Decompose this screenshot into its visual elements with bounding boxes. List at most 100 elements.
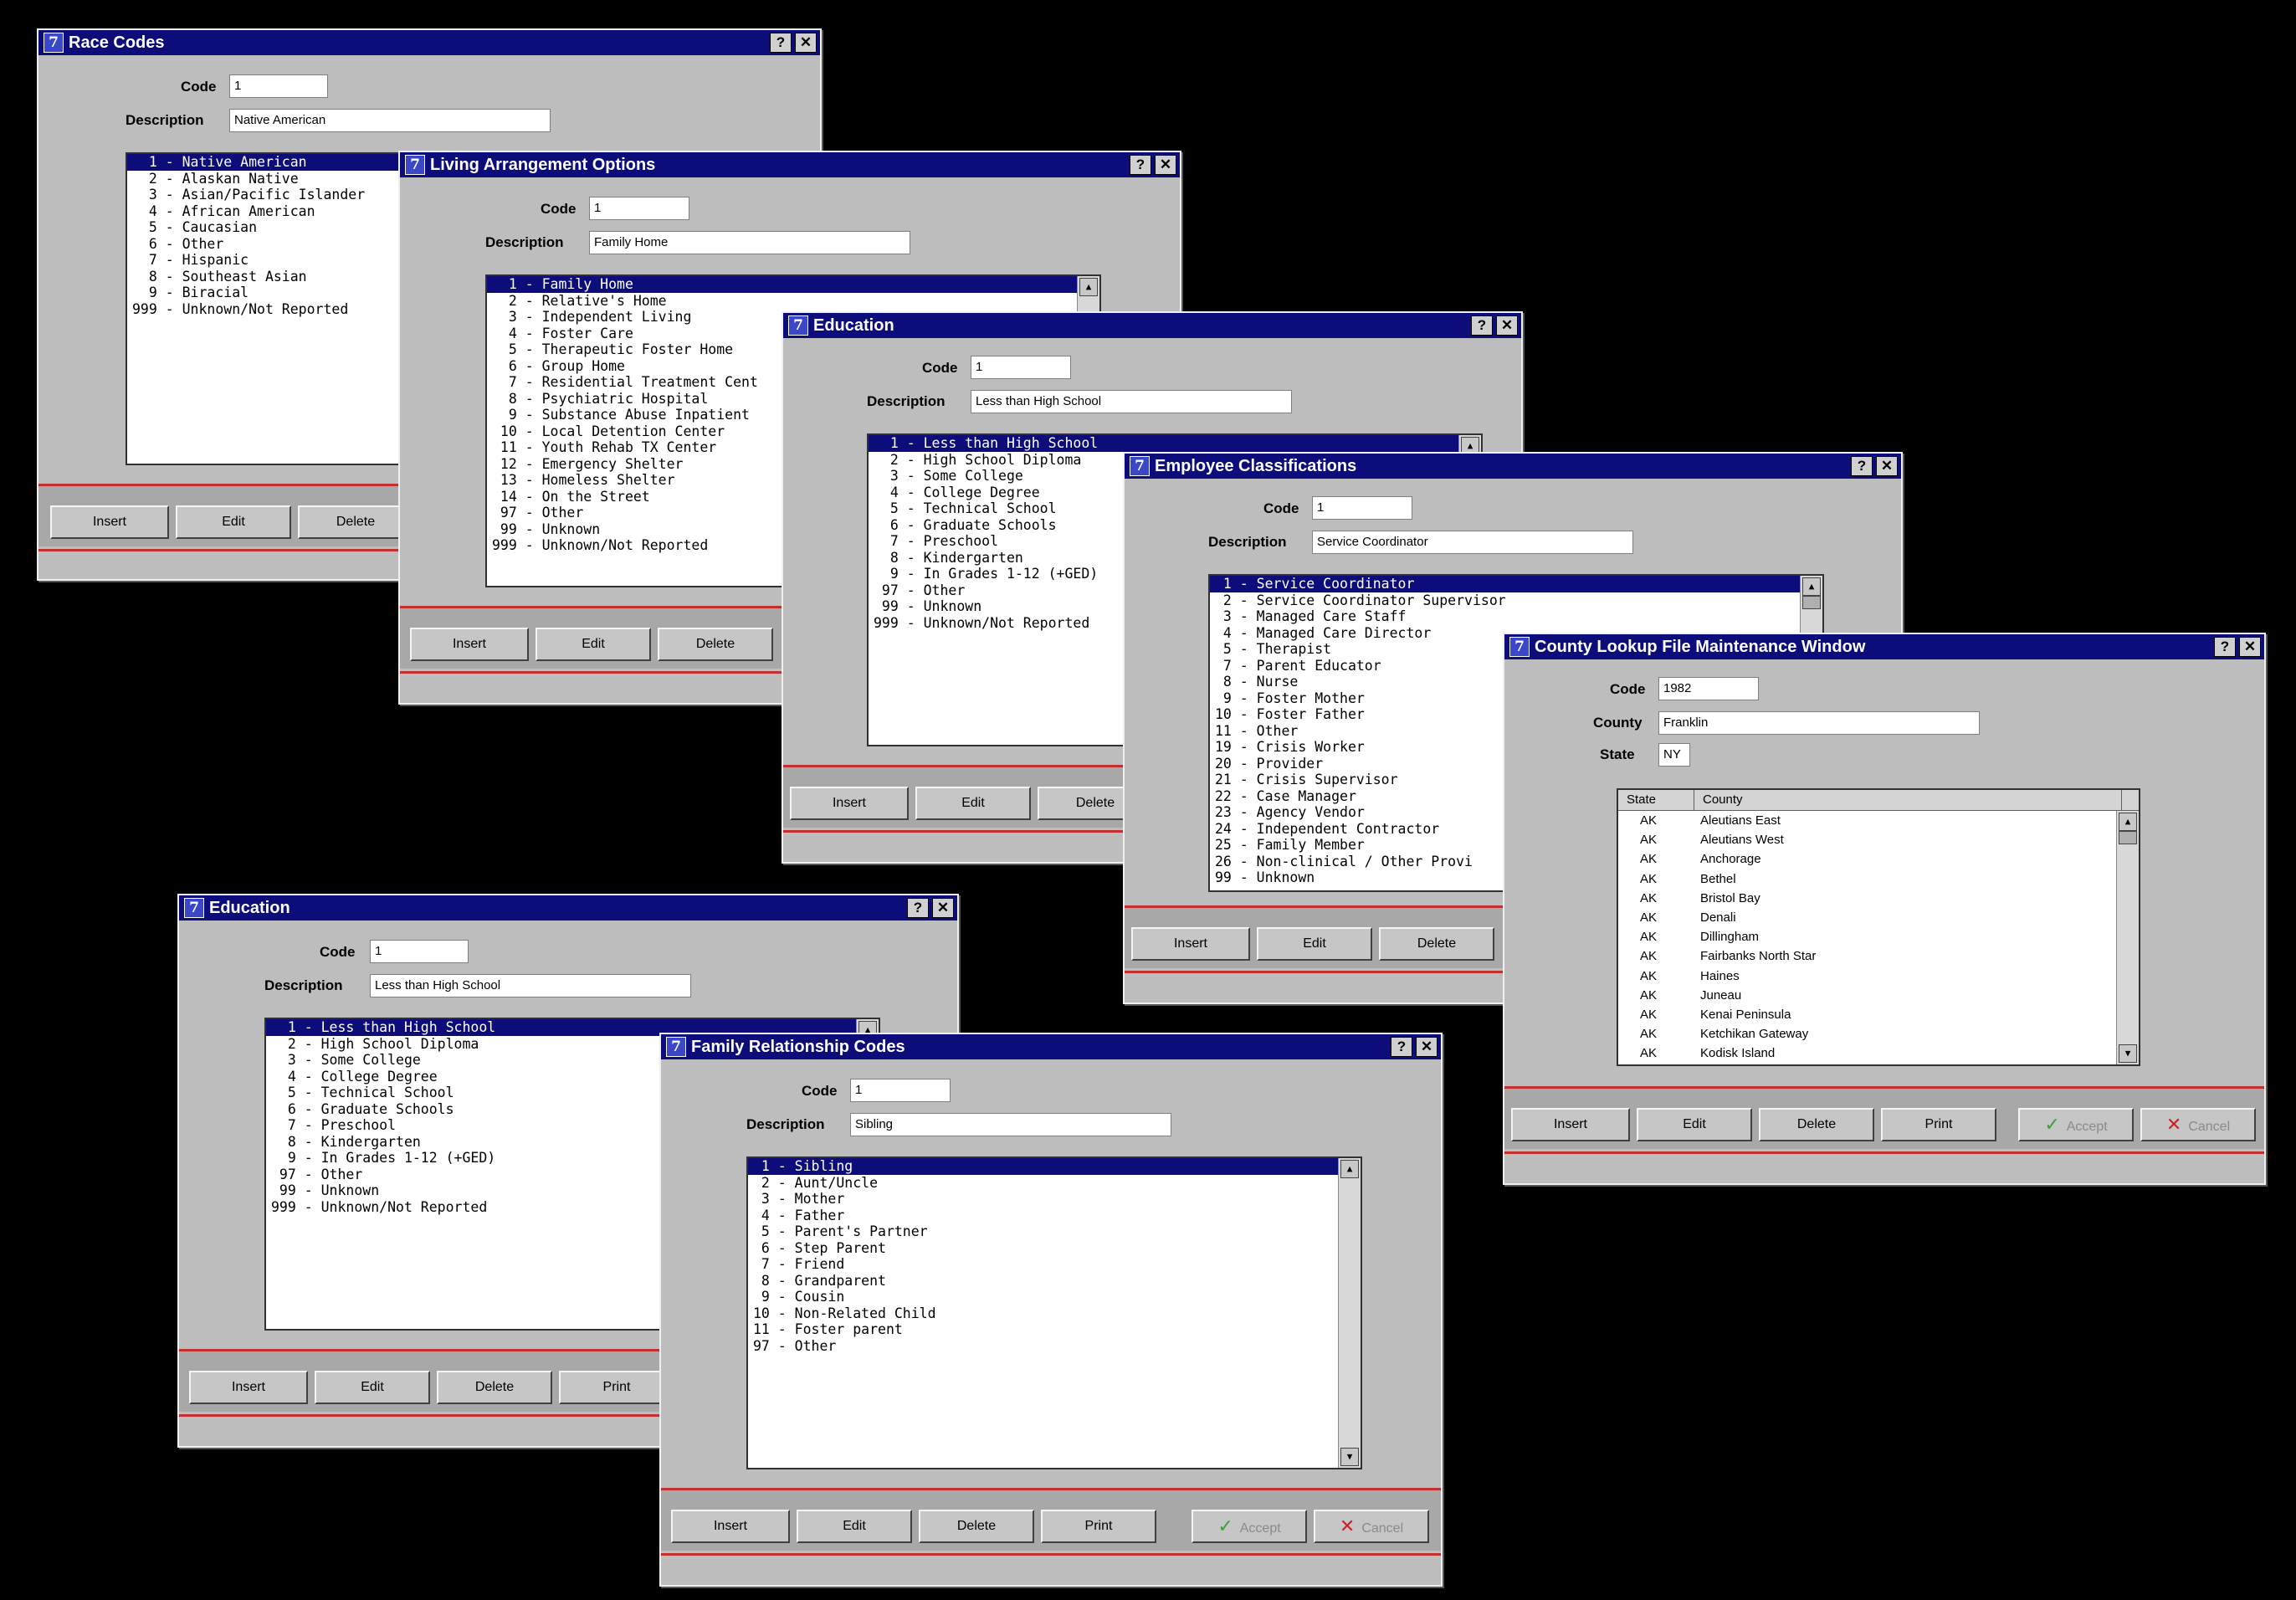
close-button[interactable]: ✕	[2239, 637, 2261, 657]
close-button[interactable]: ✕	[1155, 155, 1176, 175]
list-item[interactable]: 4 - Father	[748, 1208, 1361, 1224]
print-button[interactable]: Print	[559, 1371, 674, 1404]
list-item[interactable]: 2 - Aunt/Uncle	[748, 1175, 1361, 1192]
state-field[interactable]: NY	[1658, 743, 1690, 767]
list-item[interactable]: 3 - Managed Care Staff	[1210, 608, 1822, 625]
description-field[interactable]: Family Home	[589, 231, 910, 254]
list-item[interactable]: 1 - Native American	[127, 154, 442, 171]
title-bar[interactable]: 7 Education ? ✕	[783, 313, 1521, 338]
close-button[interactable]: ✕	[932, 898, 954, 918]
insert-button[interactable]: Insert	[189, 1371, 308, 1404]
table-row[interactable]: AK Dillingham	[1618, 927, 2139, 946]
description-field[interactable]: Less than High School	[971, 390, 1292, 413]
table-row[interactable]: AK Denali	[1618, 908, 2139, 927]
accept-button[interactable]: ✓ Accept	[1192, 1510, 1307, 1543]
accept-button[interactable]: ✓ Accept	[2018, 1108, 2134, 1141]
list-item[interactable]: 10 - Non-Related Child	[748, 1305, 1361, 1322]
table-row[interactable]: AK Bethel	[1618, 869, 2139, 889]
list-item[interactable]: 9 - Cousin	[748, 1289, 1361, 1305]
scroll-thumb[interactable]	[2119, 831, 2137, 844]
close-button[interactable]: ✕	[795, 33, 817, 53]
race-list[interactable]: 1 - Native American 2 - Alaskan Native 3…	[126, 152, 443, 465]
county-field[interactable]: Franklin	[1658, 711, 1980, 735]
print-button[interactable]: Print	[1041, 1510, 1156, 1543]
edit-button[interactable]: Edit	[315, 1371, 430, 1404]
list-item[interactable]: 5 - Parent's Partner	[748, 1223, 1361, 1240]
scroll-up-icon[interactable]: ▲	[2119, 813, 2137, 831]
list-item[interactable]: 97 - Other	[748, 1338, 1361, 1355]
list-item[interactable]: 1 - Family Home	[487, 276, 1099, 293]
list-item[interactable]: 9 - Biracial	[127, 285, 442, 301]
insert-button[interactable]: Insert	[50, 505, 169, 539]
edit-button[interactable]: Edit	[1637, 1108, 1752, 1141]
help-button[interactable]: ?	[907, 898, 929, 918]
title-bar[interactable]: 7 Race Codes ? ✕	[38, 30, 820, 55]
code-field[interactable]: 1	[850, 1079, 951, 1102]
help-button[interactable]: ?	[1391, 1037, 1412, 1057]
list-item[interactable]: 8 - Grandparent	[748, 1273, 1361, 1290]
delete-button[interactable]: Delete	[658, 628, 773, 661]
delete-button[interactable]: Delete	[437, 1371, 552, 1404]
close-button[interactable]: ✕	[1876, 456, 1898, 476]
list-item[interactable]: 1 - Service Coordinator	[1210, 576, 1822, 592]
insert-button[interactable]: Insert	[1511, 1108, 1630, 1141]
description-field[interactable]: Less than High School	[370, 974, 691, 997]
list-item[interactable]: 8 - Southeast Asian	[127, 269, 442, 285]
vertical-scrollbar[interactable]: ▲ ▼	[2116, 811, 2139, 1064]
delete-button[interactable]: Delete	[1379, 927, 1494, 961]
table-row[interactable]: AK Fairbanks North Star	[1618, 946, 2139, 966]
table-row[interactable]: AK Haines	[1618, 967, 2139, 986]
scroll-down-icon[interactable]: ▼	[1340, 1448, 1359, 1466]
cancel-button[interactable]: ✕ Cancel	[1314, 1510, 1429, 1543]
list-item[interactable]: 1 - Less than High School	[869, 435, 1481, 452]
code-field[interactable]: 1	[1312, 496, 1412, 520]
scroll-up-icon[interactable]: ▲	[1802, 577, 1821, 596]
delete-button[interactable]: Delete	[919, 1510, 1034, 1543]
scroll-thumb[interactable]	[1802, 596, 1821, 609]
title-bar[interactable]: 7 Living Arrangement Options ? ✕	[400, 152, 1180, 177]
description-field[interactable]: Native American	[229, 109, 551, 132]
list-item[interactable]: 3 - Mother	[748, 1191, 1361, 1208]
list-item[interactable]: 999 - Unknown/Not Reported	[127, 301, 442, 318]
close-button[interactable]: ✕	[1416, 1037, 1438, 1057]
cancel-button[interactable]: ✕ Cancel	[2140, 1108, 2256, 1141]
code-field[interactable]: 1982	[1658, 677, 1759, 700]
scroll-up-icon[interactable]: ▲	[1340, 1160, 1359, 1178]
list-item[interactable]: 1 - Sibling	[748, 1158, 1361, 1175]
help-button[interactable]: ?	[1471, 315, 1493, 336]
table-row[interactable]: AK Kodisk Island	[1618, 1044, 2139, 1063]
help-button[interactable]: ?	[770, 33, 792, 53]
title-bar[interactable]: 7 Employee Classifications ? ✕	[1125, 454, 1901, 479]
description-field[interactable]: Service Coordinator	[1312, 531, 1633, 554]
scroll-up-icon[interactable]: ▲	[1079, 278, 1098, 296]
help-button[interactable]: ?	[2214, 637, 2236, 657]
table-row[interactable]: AK Aleutians East	[1618, 811, 2139, 830]
list-item[interactable]: 4 - African American	[127, 203, 442, 220]
list-item[interactable]: 2 - Alaskan Native	[127, 171, 442, 187]
insert-button[interactable]: Insert	[1131, 927, 1250, 961]
table-row[interactable]: AK Juneau	[1618, 986, 2139, 1005]
code-field[interactable]: 1	[370, 940, 469, 963]
table-row[interactable]: AK Ketchikan Gateway	[1618, 1024, 2139, 1044]
print-button[interactable]: Print	[1881, 1108, 1996, 1141]
edit-button[interactable]: Edit	[176, 505, 291, 539]
list-item[interactable]: 7 - Hispanic	[127, 252, 442, 269]
insert-button[interactable]: Insert	[790, 787, 909, 820]
edit-button[interactable]: Edit	[797, 1510, 912, 1543]
list-item[interactable]: 6 - Step Parent	[748, 1240, 1361, 1257]
edit-button[interactable]: Edit	[1257, 927, 1372, 961]
family-relationship-list[interactable]: 1 - Sibling 2 - Aunt/Uncle 3 - Mother 4 …	[746, 1156, 1362, 1469]
vertical-scrollbar[interactable]: ▲ ▼	[1338, 1158, 1361, 1468]
help-button[interactable]: ?	[1130, 155, 1151, 175]
table-row[interactable]: AK Anchorage	[1618, 849, 2139, 869]
list-item[interactable]: 11 - Foster parent	[748, 1321, 1361, 1338]
code-field[interactable]: 1	[229, 74, 328, 98]
list-item[interactable]: 2 - Relative's Home	[487, 293, 1099, 310]
table-row[interactable]: AK Kenai Peninsula	[1618, 1005, 2139, 1024]
list-item[interactable]: 6 - Other	[127, 236, 442, 253]
list-item[interactable]: 3 - Asian/Pacific Islander	[127, 187, 442, 203]
edit-button[interactable]: Edit	[536, 628, 651, 661]
edit-button[interactable]: Edit	[915, 787, 1031, 820]
scroll-down-icon[interactable]: ▼	[2119, 1044, 2137, 1063]
list-item[interactable]: 2 - Service Coordinator Supervisor	[1210, 592, 1822, 609]
